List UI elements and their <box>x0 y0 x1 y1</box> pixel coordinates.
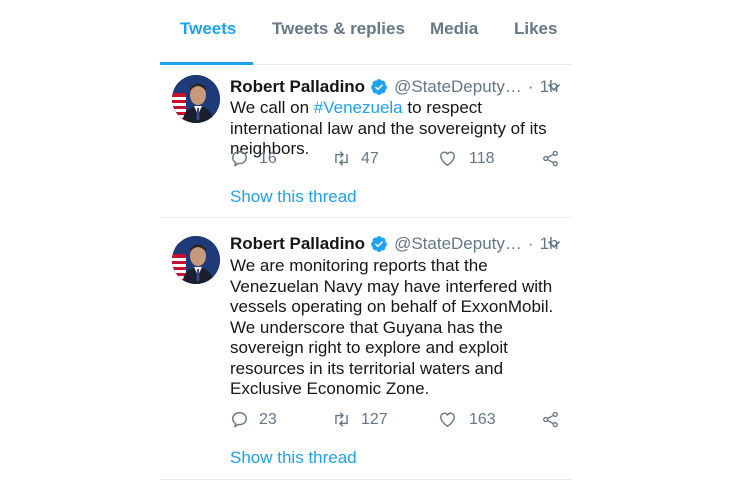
share-icon <box>543 150 558 167</box>
timeline-column: Tweets Tweets & replies Media Likes Robe… <box>160 0 572 486</box>
tab-tweets[interactable]: Tweets <box>180 19 236 39</box>
heart-icon <box>440 151 455 166</box>
tweet-text: We are monitoring reports that the Venez… <box>230 256 554 398</box>
show-thread-link[interactable]: Show this thread <box>230 448 357 468</box>
retweet-count: 127 <box>361 410 388 428</box>
hashtag-link[interactable]: #Venezuela <box>314 98 403 117</box>
verified-badge-icon <box>371 79 387 95</box>
author-handle[interactable]: @StateDeputy… <box>394 77 522 97</box>
author-name[interactable]: Robert Palladino <box>230 234 365 254</box>
tweet-text-start: We call on <box>230 98 314 117</box>
reply-icon <box>232 412 247 428</box>
share-button[interactable] <box>541 149 560 168</box>
avatar-portrait-icon <box>172 236 220 284</box>
chevron-down-icon[interactable] <box>546 236 562 252</box>
share-icon <box>543 411 558 428</box>
tweet-actions: 16 47 118 <box>230 149 565 173</box>
retweet-button[interactable]: 47 <box>332 149 379 168</box>
reply-button[interactable]: 23 <box>230 410 277 429</box>
tab-media[interactable]: Media <box>430 19 478 39</box>
tweet-header: Robert Palladino @StateDeputy… · 1h <box>230 75 572 99</box>
avatar[interactable] <box>172 236 220 284</box>
retweet-icon <box>335 151 348 166</box>
author-handle[interactable]: @StateDeputy… <box>394 234 522 254</box>
profile-tabs: Tweets Tweets & replies Media Likes <box>160 0 572 65</box>
reply-button[interactable]: 16 <box>230 149 277 168</box>
heart-icon <box>440 412 455 427</box>
separator-dot: · <box>527 234 534 253</box>
tab-likes[interactable]: Likes <box>514 19 557 39</box>
like-button[interactable]: 163 <box>438 410 496 429</box>
tab-tweets-and-replies[interactable]: Tweets & replies <box>272 19 405 39</box>
reply-icon <box>232 151 247 167</box>
tweet-header: Robert Palladino @StateDeputy… · 1h <box>230 232 572 256</box>
reply-count: 16 <box>259 149 277 167</box>
reply-count: 23 <box>259 410 277 428</box>
tweet-actions: 23 127 163 <box>230 410 565 434</box>
like-count: 163 <box>469 410 496 428</box>
tweet[interactable]: Robert Palladino @StateDeputy… · 1h We a… <box>160 218 572 480</box>
retweet-count: 47 <box>361 149 379 167</box>
tweet[interactable]: Robert Palladino @StateDeputy… · 1h We c… <box>160 65 572 218</box>
chevron-down-icon[interactable] <box>546 79 562 95</box>
avatar-portrait-icon <box>172 75 220 123</box>
like-count: 118 <box>469 149 495 167</box>
retweet-button[interactable]: 127 <box>332 410 388 429</box>
profile-timeline-page: Tweets Tweets & replies Media Likes Robe… <box>0 0 741 486</box>
show-thread-link[interactable]: Show this thread <box>230 187 357 207</box>
retweet-icon <box>335 412 348 427</box>
author-name[interactable]: Robert Palladino <box>230 77 365 97</box>
share-button[interactable] <box>541 410 560 429</box>
avatar[interactable] <box>172 75 220 123</box>
like-button[interactable]: 118 <box>438 149 495 168</box>
separator-dot: · <box>527 77 534 96</box>
verified-badge-icon <box>371 236 387 252</box>
